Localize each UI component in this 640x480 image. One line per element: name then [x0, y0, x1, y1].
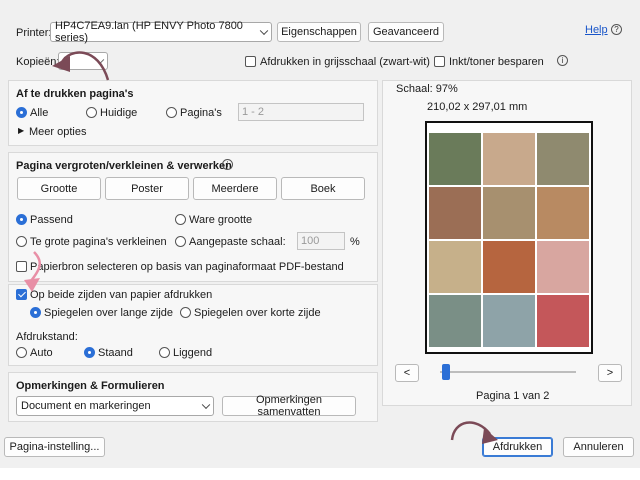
- annotation-arrows: [24, 51, 498, 444]
- print-dialog: Printer: HP4C7EA9.lan (HP ENVY Photo 780…: [0, 0, 640, 468]
- print-arrow-head-icon: [482, 428, 498, 444]
- duplex-arrow-head-icon: [24, 278, 40, 292]
- copies-arrow-head-icon: [52, 56, 70, 72]
- duplex-arrow-icon: [29, 251, 42, 283]
